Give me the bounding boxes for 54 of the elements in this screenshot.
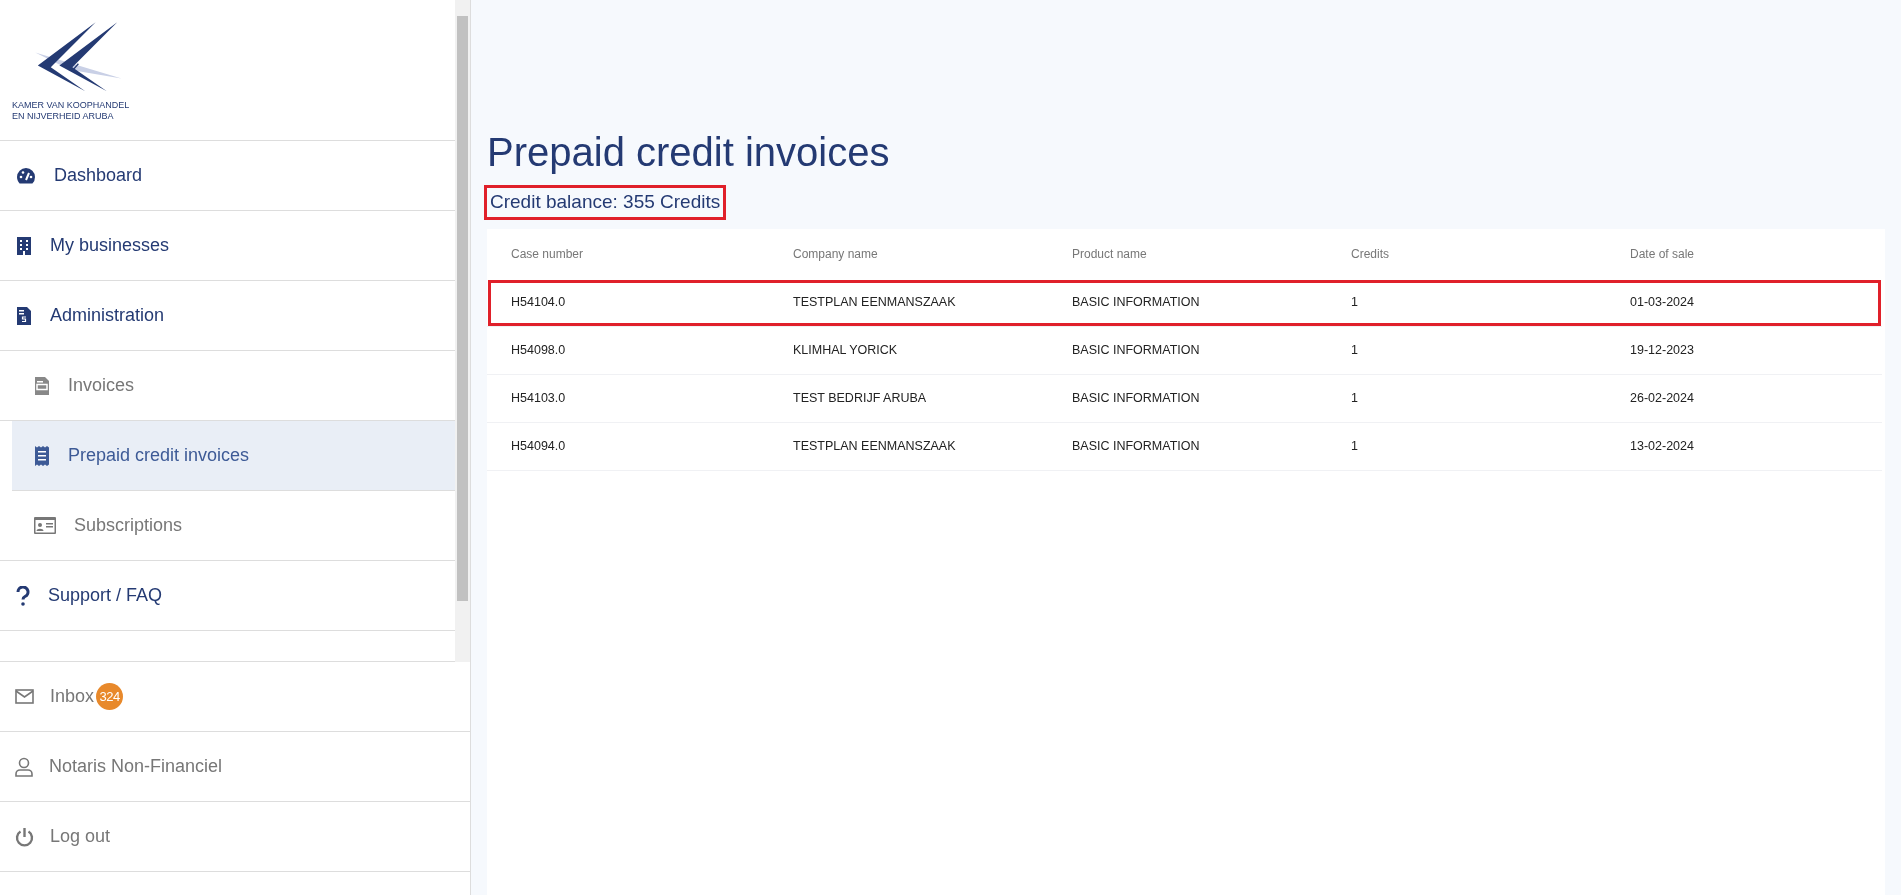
envelope-icon [15,689,34,704]
document-icon [34,376,50,395]
sidebar-item[interactable]: My businesses [0,211,455,281]
column-header: Case number [511,245,585,263]
sidebar-item[interactable]: Prepaid credit invoices [12,421,455,491]
sidebar-item[interactable]: Dashboard [0,141,455,211]
question-mark-icon [16,585,30,606]
table-cell-text: BASIC INFORMATION [1072,389,1201,407]
gauge-icon [16,166,36,185]
column-header: Date of sale [1630,245,1696,263]
table-cell-text: 01-03-2024 [1630,293,1695,311]
scrollbar[interactable] [455,0,470,662]
table-row[interactable]: H54098.0 KLIMHAL YORICK BASIC INFORMATION 1 19-12-2023 [487,326,1882,375]
person-icon [15,756,33,777]
id-card-icon [34,517,56,534]
sidebar-item[interactable]: Administration [0,281,455,351]
table-cell-text: TESTPLAN EENMANSZAAK [793,293,957,311]
table-cell-text: 1 [1351,437,1359,455]
scrollbar-thumb[interactable] [457,16,468,601]
table-cell-text: H54094.0 [511,437,567,455]
table-cell-text: 13-02-2024 [1630,437,1695,455]
power-icon [15,826,34,847]
dollar-document-icon [16,306,32,325]
table-cell-text: 26-02-2024 [1630,389,1695,407]
logo-text: KAMER VAN KOOPHANDEL [12,100,131,112]
table-row[interactable]: H54103.0 TEST BEDRIJF ARUBA BASIC INFORMATION 1 26-02-2024 [487,374,1882,423]
logo-text: EN NIJVERHEID ARUBA [12,111,115,123]
table-cell-text: TESTPLAN EENMANSZAAK [793,437,957,455]
table-cell-text: 1 [1351,389,1359,407]
sidebar-item[interactable]: Log out [0,802,470,872]
table-cell-text: H54104.0 [511,293,567,311]
table-cell-text: 1 [1351,293,1359,311]
sidebar-item[interactable]: Notaris Non-Financiel [0,732,470,802]
table-cell-text: BASIC INFORMATION [1072,437,1201,455]
table-row[interactable]: H54094.0 TESTPLAN EENMANSZAAK BASIC INFORMATION 1 13-02-2024 [487,422,1882,471]
building-icon [16,236,32,255]
table-row[interactable]: H54104.0 TESTPLAN EENMANSZAAK BASIC INFORMATION 1 01-03-2024 [487,278,1882,327]
table-cell-text: TEST BEDRIJF ARUBA [793,389,928,407]
table-cell-text: BASIC INFORMATION [1072,293,1201,311]
column-header: Credits [1351,245,1390,263]
sidebar-item[interactable]: Inbox 324 [0,662,470,732]
page-title: Prepaid credit invoices [487,129,891,176]
credit-balance-text: Credit balance: 355 Credits [487,188,724,217]
table-cell-text: KLIMHAL YORICK [793,341,899,359]
sidebar-item[interactable]: Subscriptions [0,491,455,561]
table-cell-text: 19-12-2023 [1630,341,1695,359]
receipt-icon [34,445,50,466]
table-cell-text: H54103.0 [511,389,567,407]
count-badge: 324 [96,683,124,710]
table-cell-text: BASIC INFORMATION [1072,341,1201,359]
table-cell-text: 1 [1351,341,1359,359]
column-header: Product name [1072,245,1148,263]
table-cell-text: H54098.0 [511,341,567,359]
column-header: Company name [793,245,879,263]
